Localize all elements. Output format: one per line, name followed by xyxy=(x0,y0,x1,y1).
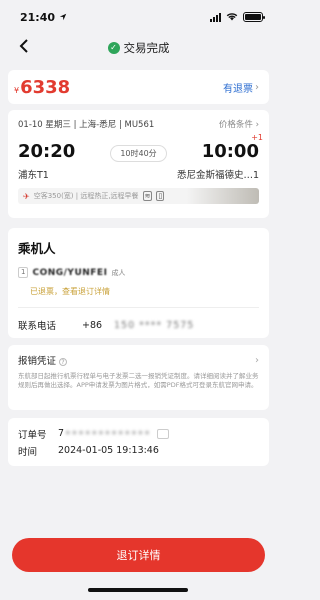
order-time-row: 时间 2024-01-05 19:13:46 xyxy=(18,442,259,459)
amenity-text: 空客350(宽) | 远程热正,远程早餐 xyxy=(33,192,139,200)
invoice-header: 报销凭证? › xyxy=(18,353,259,368)
contact-phone-row: 联系电话 +86 150 **** 7575 xyxy=(18,318,259,333)
passenger-row: 1 CONG/YUNFEI 成人 xyxy=(18,267,259,278)
refund-status-link[interactable]: 已退票，查看退订详情 xyxy=(18,286,259,297)
currency-symbol: ¥ xyxy=(14,85,20,95)
status-right xyxy=(210,11,265,24)
check-circle-icon: ✓ xyxy=(107,42,120,54)
depart-time: 20:20 xyxy=(18,141,76,162)
flight-summary: 01-10 星期三 | 上海-悉尼 | MU561 xyxy=(18,120,155,130)
invoice-card[interactable]: 报销凭证? › 东航部日起推行机票行程单与电子发票二选一报销凭证制度。请详细阅读… xyxy=(8,345,269,410)
passenger-type: 成人 xyxy=(111,268,126,277)
passenger-index: 1 xyxy=(18,267,29,278)
page-title-text: 交易完成 xyxy=(123,41,170,55)
phone-label: 联系电话 xyxy=(18,321,57,332)
order-time: 2024-01-05 19:13:46 xyxy=(58,445,159,456)
power-outlet-icon: ▯ xyxy=(156,191,165,201)
wifi-service-icon: ≋ xyxy=(142,191,153,201)
chevron-right-icon: › xyxy=(255,81,259,93)
refund-link[interactable]: 有退票 › xyxy=(223,80,259,95)
invoice-note: 东航部日起推行机票行程单与电子发票二选一报销凭证制度。请详细阅读并了解业务规则后… xyxy=(18,372,259,389)
invoice-title: 报销凭证 xyxy=(18,356,57,367)
home-indicator[interactable] xyxy=(88,588,188,592)
wifi-icon xyxy=(226,11,238,24)
passenger-card: 乘机人 1 CONG/YUNFEI 成人 已退票，查看退订详情 联系电话 +86… xyxy=(8,228,269,338)
arrival-block: +1 10:00 xyxy=(201,133,263,162)
signal-icon xyxy=(210,12,221,22)
refund-details-button[interactable]: 退订详情 xyxy=(12,538,265,572)
arrive-airport: 悉尼金斯福德史…1 xyxy=(176,170,259,181)
order-number-masked: ••••••••••••• xyxy=(65,428,151,439)
status-left: 21:40 xyxy=(20,11,67,24)
flight-times: 20:20 10时40分 +1 10:00 xyxy=(18,133,263,162)
day-offset: +1 xyxy=(251,133,263,142)
copy-icon[interactable] xyxy=(156,428,169,439)
chevron-right-icon: › xyxy=(255,354,259,366)
airports-row: 浦东T1 悉尼金斯福德史…1 xyxy=(18,167,259,181)
airline-logo-icon: ✈ xyxy=(23,191,30,201)
order-number-prefix: 7 xyxy=(58,428,65,439)
arrive-time: 10:00 xyxy=(201,141,259,162)
refund-link-label: 有退票 xyxy=(223,83,253,95)
divider xyxy=(18,307,259,308)
passenger-name: CONG/YUNFEI xyxy=(32,267,108,278)
price-conditions-label: 价格条件 xyxy=(218,120,253,130)
price-amount: 6338 xyxy=(20,76,71,98)
back-chevron-icon[interactable] xyxy=(16,38,32,58)
order-time-label: 时间 xyxy=(18,446,38,458)
passenger-section-title: 乘机人 xyxy=(18,241,56,256)
order-number: 7 ••••••••••••• xyxy=(58,428,169,439)
phone-country-code: +86 xyxy=(82,319,103,331)
phone-number: 150 **** 7575 xyxy=(114,319,195,331)
order-number-label: 订单号 xyxy=(18,429,47,441)
flight-card[interactable]: 01-10 星期三 | 上海-悉尼 | MU561 价格条件 › 20:20 1… xyxy=(8,110,269,218)
help-icon[interactable]: ? xyxy=(59,358,68,366)
invoice-title-wrap: 报销凭证? xyxy=(18,353,68,367)
status-time: 21:40 xyxy=(20,10,56,24)
depart-airport: 浦东T1 xyxy=(18,170,49,181)
order-number-row: 订单号 7 ••••••••••••• xyxy=(18,425,259,442)
location-arrow-icon xyxy=(59,11,67,24)
price-conditions-link[interactable]: 价格条件 › xyxy=(219,118,259,130)
order-price: ¥ 6338 xyxy=(14,77,70,98)
page-title: ✓ 交易完成 xyxy=(107,40,170,56)
battery-icon xyxy=(243,12,265,22)
nav-bar: ✓ 交易完成 xyxy=(0,34,277,62)
aircraft-amenity-bar: ✈ 空客350(宽) | 远程热正,远程早餐 ≋ ▯ xyxy=(18,188,259,204)
order-info-card: 订单号 7 ••••••••••••• 时间 2024-01-05 19:13:… xyxy=(8,418,269,466)
price-card: ¥ 6338 有退票 › xyxy=(8,70,269,104)
status-bar: 21:40 xyxy=(0,0,277,34)
flight-meta: 01-10 星期三 | 上海-悉尼 | MU561 价格条件 › xyxy=(18,118,259,130)
flight-duration: 10时40分 xyxy=(110,145,167,162)
